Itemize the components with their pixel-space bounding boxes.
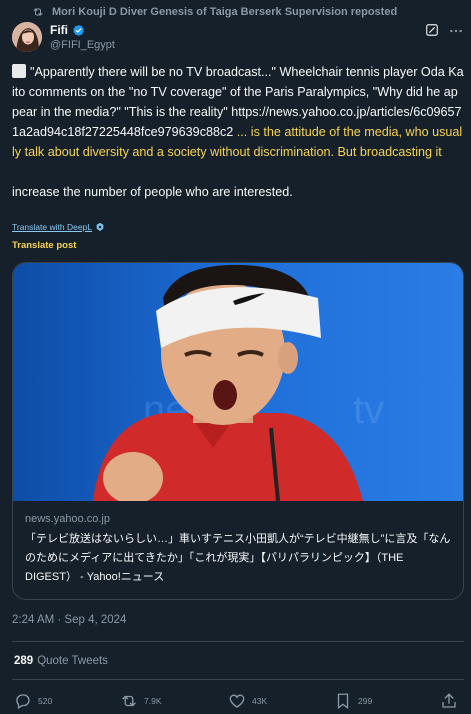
avatar[interactable] <box>12 22 42 52</box>
card-title[interactable]: 「テレビ放送はないらしい…」車いすテニス小田凱人が“テレビ中継無し”に言及「なん… <box>25 530 453 587</box>
repost-count: 7.9K <box>144 696 162 706</box>
author-handle[interactable]: @FIFI_Egypt <box>50 39 115 51</box>
quote-tweets-link[interactable]: 289 Quote Tweets <box>14 655 108 667</box>
svg-text:tv: tv <box>353 388 384 432</box>
repost-icon <box>33 8 43 16</box>
repost-header[interactable]: Mori Kouji D Diver Genesis of Taiga Bers… <box>32 4 397 20</box>
like-count: 43K <box>252 696 268 706</box>
card-domain[interactable]: news.yahoo.co.jp <box>25 513 110 525</box>
tweet-timestamp[interactable]: 2:24 AM · Sep 4, 2024 <box>12 614 126 626</box>
tweet-text: "Apparently there will be no TV broadcas… <box>12 62 464 202</box>
bookmark-count: 299 <box>358 696 373 706</box>
divider <box>12 641 464 642</box>
bookmark-icon <box>337 693 349 710</box>
reply-button[interactable]: 520 <box>14 692 52 710</box>
grok-icon[interactable] <box>425 23 439 37</box>
tweet-text-end: increase the number of people who are in… <box>12 185 293 199</box>
bookmark-button[interactable]: 299 <box>334 692 372 710</box>
translate-post-button[interactable]: Translate post <box>12 240 76 251</box>
quote-count: 289 <box>14 655 34 667</box>
white-square-icon <box>12 64 26 78</box>
repost-text[interactable]: Mori Kouji D Diver Genesis of Taiga Bers… <box>52 6 397 18</box>
more-options-icon[interactable] <box>448 23 464 39</box>
author-name[interactable]: Fifi <box>50 23 68 37</box>
divider <box>12 679 464 680</box>
quote-label: Quote Tweets <box>37 655 108 667</box>
card-image[interactable]: tv ne <box>13 263 463 501</box>
translate-deepl-label[interactable]: Translate with DeepL <box>12 222 92 232</box>
like-button[interactable]: 43K <box>228 692 267 710</box>
translate-deepl-link[interactable]: Translate with DeepL <box>12 222 105 232</box>
author-name-row[interactable]: Fifi <box>50 23 85 37</box>
reply-count: 520 <box>38 696 53 706</box>
share-button[interactable] <box>440 692 458 710</box>
repost-button[interactable]: 7.9K <box>120 692 162 710</box>
repost-icon <box>122 695 136 707</box>
link-card[interactable]: tv ne news.yahoo.co.jp 「テレビ放送はないらしい…」車いす… <box>12 262 464 600</box>
heart-icon <box>229 694 245 708</box>
verified-badge-icon <box>73 24 84 36</box>
reply-icon <box>16 694 30 709</box>
share-icon <box>442 693 456 708</box>
deepl-icon <box>96 222 104 232</box>
